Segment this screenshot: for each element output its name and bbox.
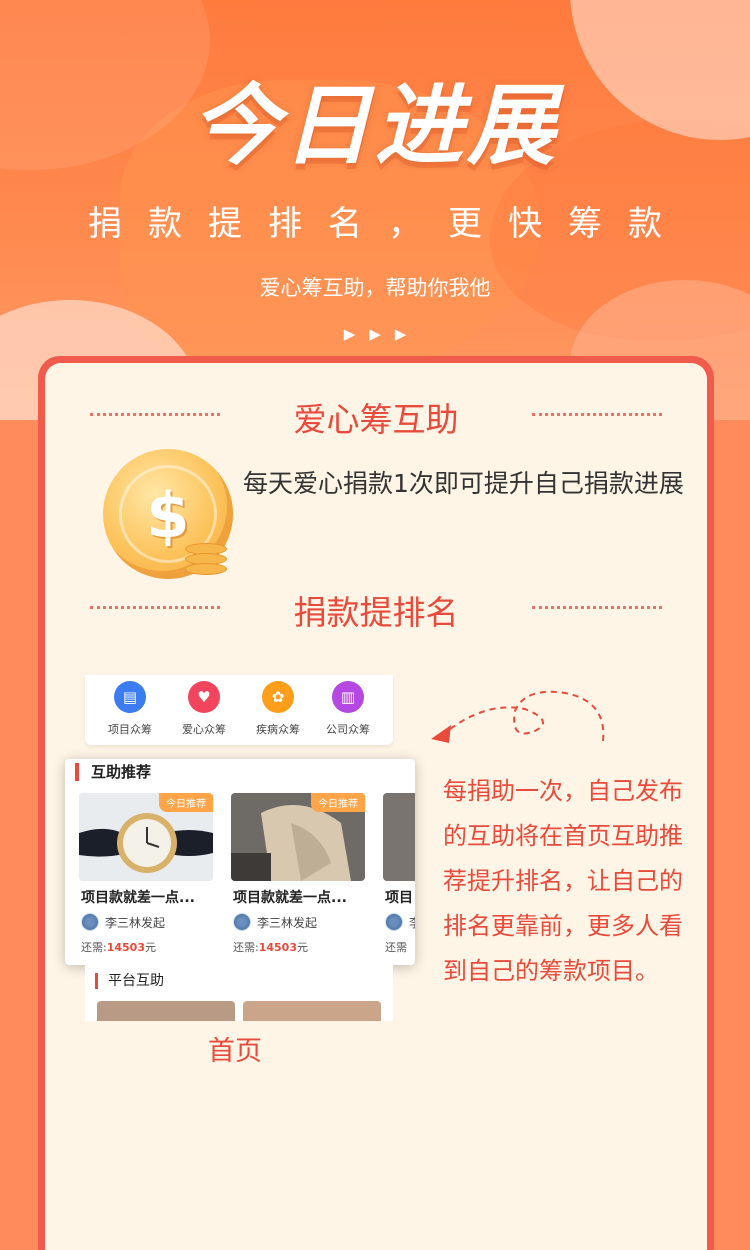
dotted-divider	[532, 606, 662, 609]
initiator: 李	[409, 914, 415, 931]
recommend-item[interactable]: 今日推荐 项目款就差一点... 李三林发起 还需:14503元	[231, 793, 371, 963]
amount-value: 14503	[106, 941, 145, 954]
amount-unit: 元	[145, 941, 156, 954]
need-label: 还需:	[81, 941, 107, 954]
photo-image	[383, 793, 415, 881]
recommend-title: 互助推荐	[75, 763, 151, 781]
gear-icon: ✿	[262, 681, 294, 713]
section2-description: 每捐助一次，自己发布的互助将在首页互助推荐提升排名，让自己的排名更靠前，更多人看…	[443, 777, 683, 985]
recommend-item[interactable]: 今日推荐 项目款就差一点... 李三林发起 还需:14503元	[79, 793, 219, 963]
heart-icon: ♥	[188, 681, 220, 713]
category-nav: ▤ 项目众筹 ♥ 爱心众筹 ✿ 疾病众筹 ▥ 公司众筹	[85, 675, 393, 745]
avatar	[233, 913, 251, 931]
platform-panel: 平台互助	[85, 965, 393, 1021]
recommend-item-partial[interactable]: 项目 李 还需	[383, 793, 415, 963]
amount-needed: 还需:14503元	[81, 939, 156, 955]
arrows-icon: ▶▶▶	[343, 325, 421, 343]
section2-title: 捐款提排名	[293, 593, 459, 632]
curved-arrow-icon	[431, 690, 605, 743]
category-label: 爱心众筹	[182, 723, 226, 736]
item-name: 项目款就差一点...	[81, 890, 195, 906]
content-card: 爱心筹互助 $ 每天爱心捐款1次即可提升自己捐款进展 捐款提排名 ▤ 项目众筹 …	[45, 363, 707, 1250]
need-label: 还需:	[233, 941, 259, 954]
avatar	[81, 913, 99, 931]
today-badge: 今日推荐	[159, 793, 213, 812]
hero-subtitle: 捐款提排名，更快筹款	[88, 204, 688, 244]
avatar	[385, 913, 403, 931]
today-badge: 今日推荐	[311, 793, 365, 812]
category-company[interactable]: ▥ 公司众筹	[313, 681, 383, 737]
dotted-divider	[532, 413, 662, 416]
amount-needed: 还需	[385, 941, 407, 954]
initiator: 李三林发起	[105, 916, 166, 930]
amount-needed: 还需:14503元	[233, 939, 308, 955]
category-label: 项目众筹	[108, 723, 152, 736]
home-caption: 首页	[208, 1036, 262, 1067]
amount-value: 14503	[258, 941, 297, 954]
initiator: 李三林发起	[257, 916, 318, 930]
recommend-panel: 互助推荐 今日推荐 项目款就差一点... 李三林发起 还需:14503元 今日推…	[65, 759, 415, 965]
hero-tagline: 爱心筹互助，帮助你我他	[259, 276, 491, 300]
clipboard-icon: ▤	[114, 681, 146, 713]
hero-title: 今日进展	[190, 74, 559, 177]
item-name: 项目	[385, 890, 413, 906]
coin-stack-icon	[185, 543, 227, 585]
category-disease[interactable]: ✿ 疾病众筹	[243, 681, 313, 737]
category-label: 公司众筹	[326, 723, 370, 736]
category-project[interactable]: ▤ 项目众筹	[95, 681, 165, 737]
platform-title: 平台互助	[95, 973, 164, 989]
item-name: 项目款就差一点...	[233, 890, 347, 906]
photo-image	[97, 1001, 235, 1021]
amount-unit: 元	[297, 941, 308, 954]
category-love[interactable]: ♥ 爱心众筹	[169, 681, 239, 737]
section1-description: 每天爱心捐款1次即可提升自己捐款进展	[243, 469, 684, 498]
photo-image	[243, 1001, 381, 1021]
category-label: 疾病众筹	[256, 723, 300, 736]
section1-title: 爱心筹互助	[293, 400, 459, 439]
building-icon: ▥	[332, 681, 364, 713]
